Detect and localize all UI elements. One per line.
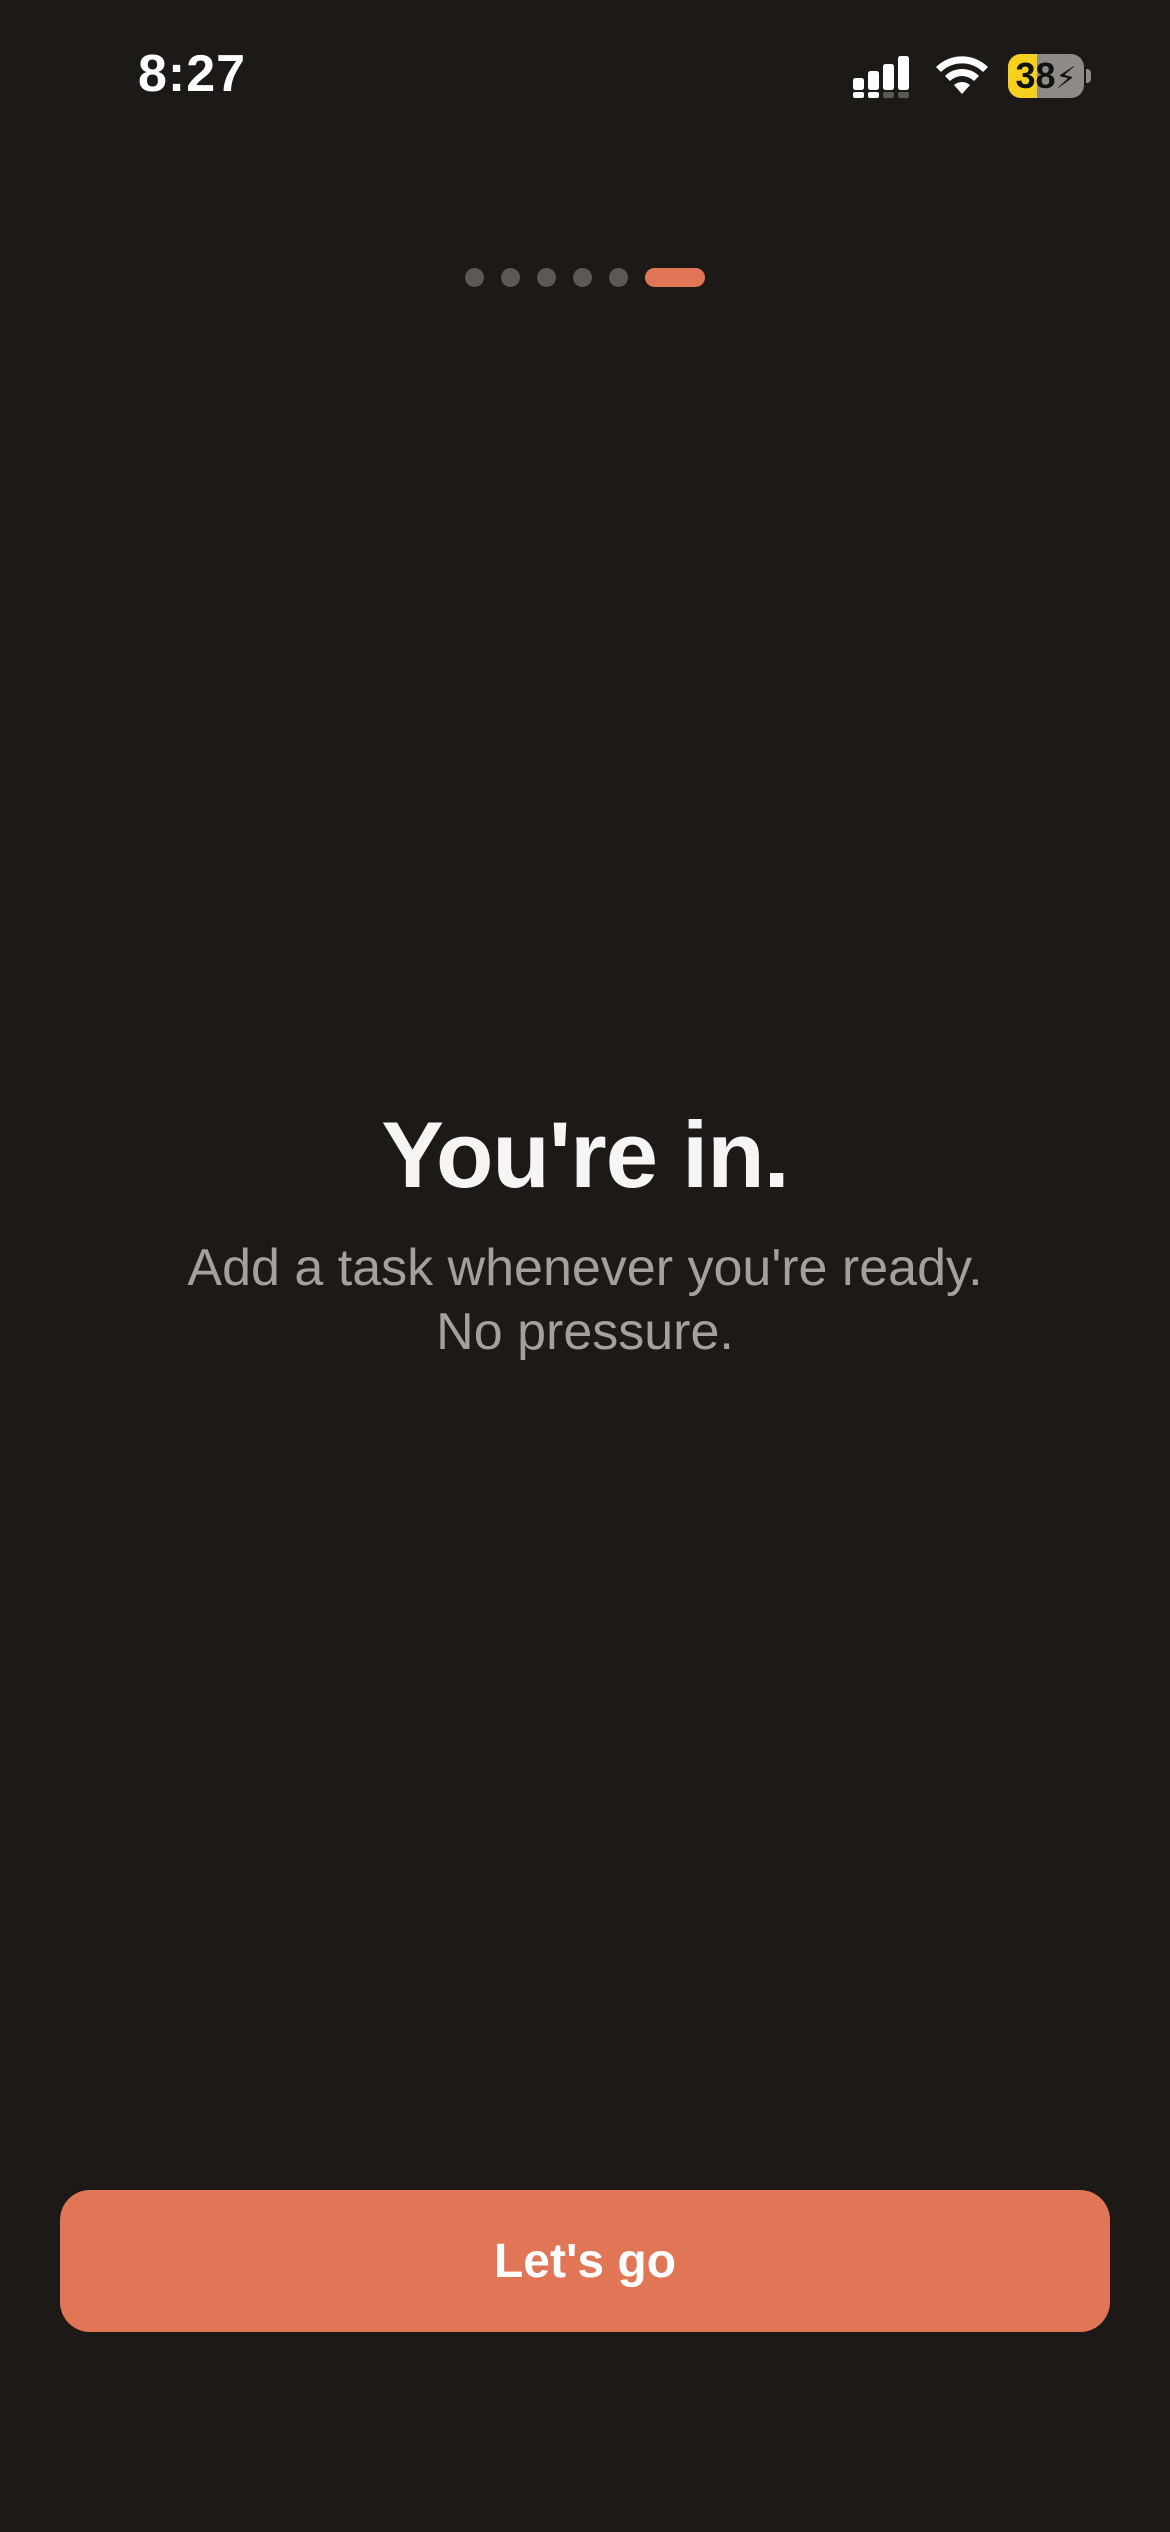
battery-icon: 38⚡ — [1008, 54, 1092, 98]
lets-go-button[interactable]: Let's go — [60, 2190, 1110, 2332]
page-dot-active — [645, 268, 705, 287]
page-indicator — [0, 268, 1170, 288]
battery-percentage: 38 — [1015, 55, 1056, 96]
battery-cap — [1086, 69, 1091, 83]
subtitle-line-2: No pressure. — [436, 1303, 734, 1361]
status-bar: 8:27 38⚡ — [0, 0, 1170, 160]
charging-bolt-icon: ⚡ — [1055, 62, 1077, 95]
page-dot — [573, 268, 592, 287]
page-dot — [501, 268, 520, 287]
subtitle-line-1: Add a task whenever you're ready. — [187, 1239, 983, 1297]
battery-body: 38⚡ — [1008, 54, 1084, 98]
page-dot — [537, 268, 556, 287]
status-time: 8:27 — [138, 45, 247, 103]
page-dot — [609, 268, 628, 287]
wifi-icon — [936, 56, 988, 94]
page-dot — [465, 268, 484, 287]
signal-icon — [853, 56, 909, 98]
page-title: You're in. — [381, 1102, 790, 1207]
subtitle: Add a task whenever you're ready. No pre… — [0, 1236, 1170, 1364]
